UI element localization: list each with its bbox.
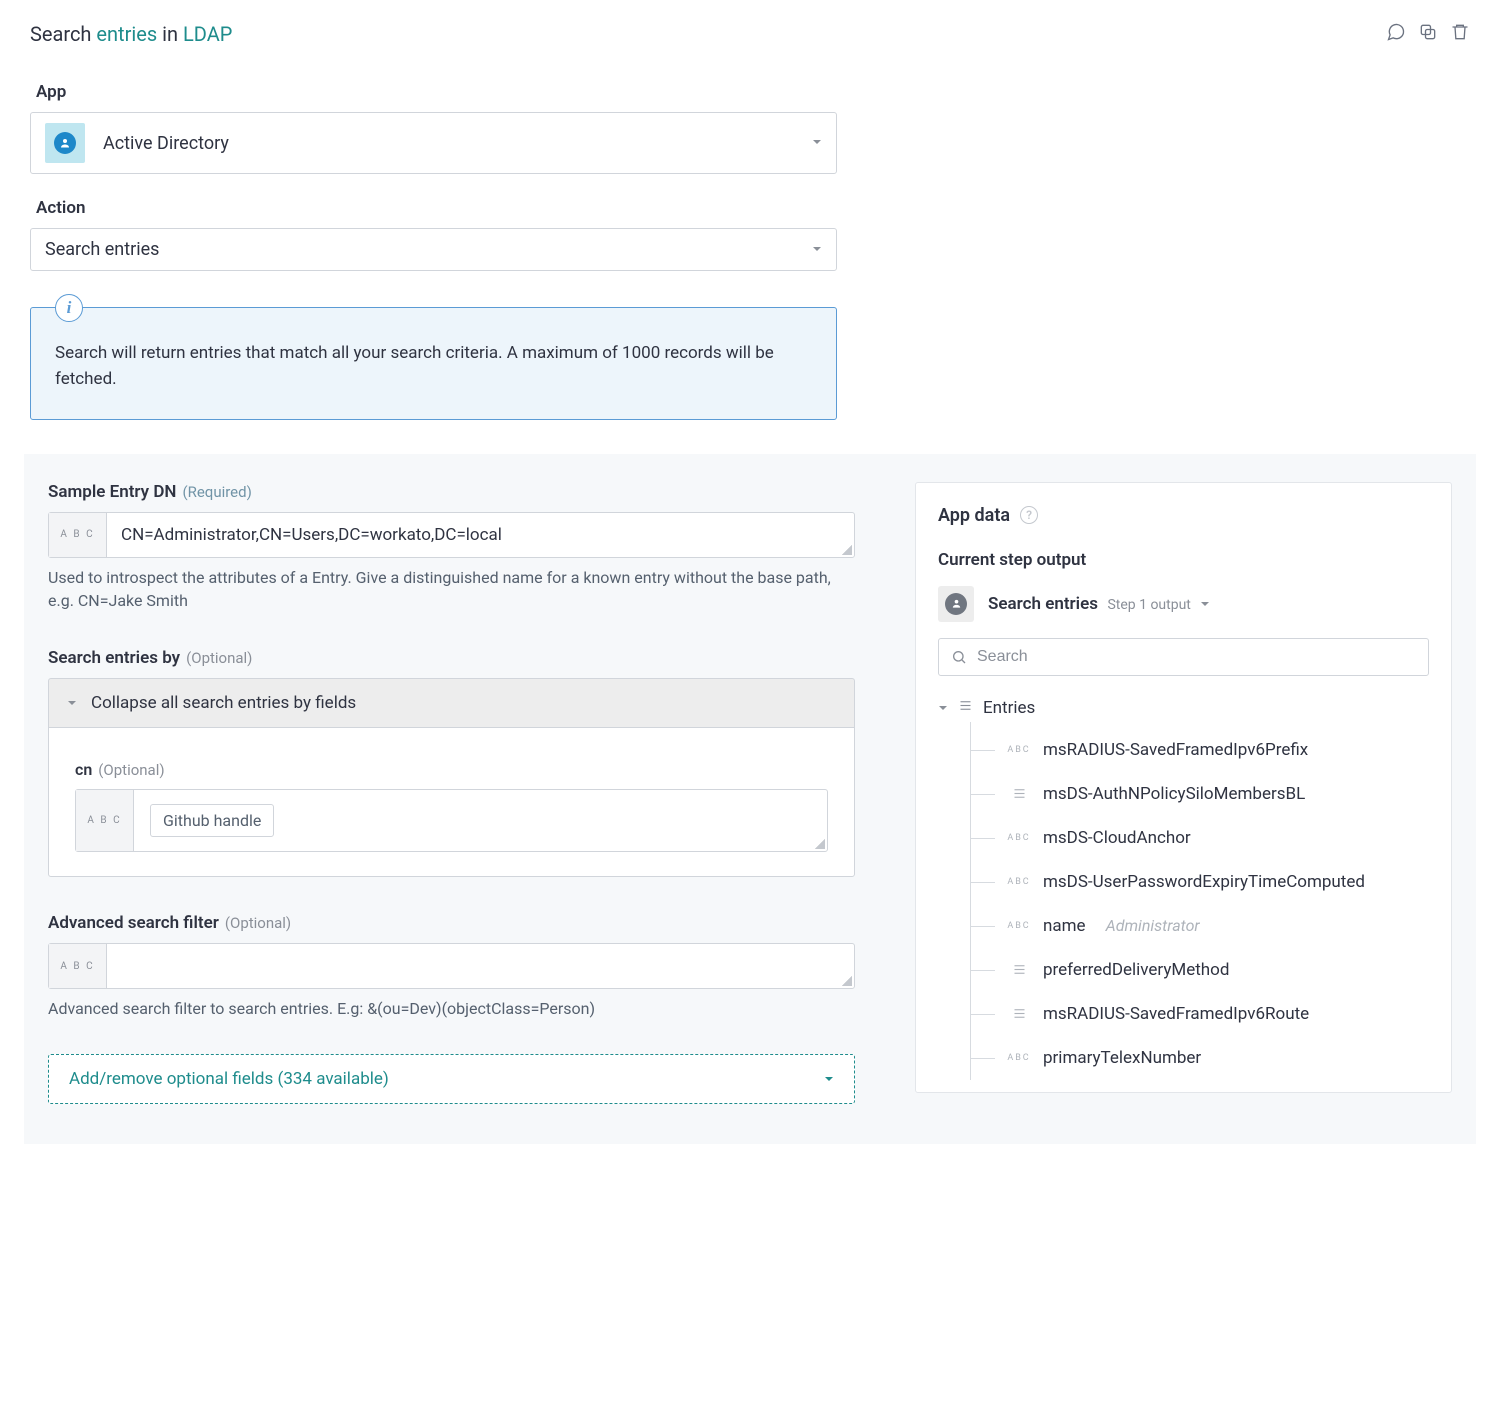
list-icon bbox=[1007, 786, 1031, 801]
title-ldap: LDAP bbox=[183, 22, 232, 46]
chevron-down-icon bbox=[812, 135, 822, 151]
tree-item-label: preferredDeliveryMethod bbox=[1043, 960, 1229, 980]
trash-icon[interactable] bbox=[1450, 22, 1470, 46]
add-remove-fields[interactable]: Add/remove optional fields (334 availabl… bbox=[48, 1054, 855, 1104]
cn-input-wrap: A B C Github handle bbox=[75, 789, 828, 852]
title-in: in bbox=[162, 22, 178, 46]
sample-dn-label: Sample Entry DN(Required) bbox=[48, 482, 855, 502]
adv-filter-help: Advanced search filter to search entries… bbox=[48, 997, 855, 1020]
panel-title: App data ? bbox=[938, 505, 1429, 526]
abc-type-icon: ABC bbox=[1007, 877, 1031, 887]
app-select-value: Active Directory bbox=[103, 133, 812, 154]
chevron-down-icon bbox=[938, 698, 948, 718]
search-icon bbox=[951, 649, 967, 665]
tree-item[interactable]: msDS-AuthNPolicySiloMembersBL bbox=[971, 772, 1429, 816]
tree-item[interactable]: ABC primaryTelexNumber bbox=[971, 1036, 1429, 1080]
panel-search-wrap bbox=[938, 638, 1429, 676]
list-icon bbox=[1007, 1006, 1031, 1021]
list-icon bbox=[1007, 962, 1031, 977]
abc-type-icon: A B C bbox=[49, 944, 107, 988]
adv-filter-input[interactable] bbox=[107, 944, 854, 988]
tree-root-label: Entries bbox=[983, 698, 1035, 718]
action-select-value: Search entries bbox=[45, 239, 812, 260]
adv-filter-input-wrap: A B C bbox=[48, 943, 855, 989]
step-title: Search entries bbox=[988, 594, 1098, 614]
tree-item[interactable]: ABC name Administrator bbox=[971, 904, 1429, 948]
app-select[interactable]: Active Directory bbox=[30, 112, 837, 174]
action-label: Action bbox=[36, 198, 1470, 218]
step-output-row[interactable]: Search entries Step 1 output bbox=[938, 586, 1429, 622]
info-text: Search will return entries that match al… bbox=[55, 340, 812, 393]
adv-filter-label: Advanced search filter(Optional) bbox=[48, 913, 855, 933]
step-icon bbox=[938, 586, 974, 622]
tree-root[interactable]: Entries bbox=[938, 694, 1429, 722]
sample-dn-help: Used to introspect the attributes of a E… bbox=[48, 566, 855, 612]
sample-dn-input-wrap: A B C CN=Administrator,CN=Users,DC=worka… bbox=[48, 512, 855, 558]
cn-pill[interactable]: Github handle bbox=[150, 804, 274, 837]
abc-type-icon: A B C bbox=[76, 790, 134, 851]
chevron-down-icon bbox=[67, 693, 77, 713]
info-icon: i bbox=[55, 294, 83, 322]
tree-item-label: msDS-AuthNPolicySiloMembersBL bbox=[1043, 784, 1305, 804]
abc-type-icon: ABC bbox=[1007, 745, 1031, 755]
panel-subhead: Current step output bbox=[938, 550, 1429, 570]
tree-item-suffix: Administrator bbox=[1106, 916, 1200, 935]
help-icon[interactable]: ? bbox=[1020, 506, 1038, 524]
search-by-label: Search entries by(Optional) bbox=[48, 648, 855, 668]
panel-search-input[interactable] bbox=[977, 648, 1416, 666]
tree-item[interactable]: ABC msRADIUS-SavedFramedIpv6Prefix bbox=[971, 728, 1429, 772]
list-icon bbox=[958, 698, 973, 718]
chevron-down-icon bbox=[812, 242, 822, 258]
title-prefix: Search bbox=[30, 22, 91, 46]
abc-type-icon: ABC bbox=[1007, 1053, 1031, 1063]
copy-icon[interactable] bbox=[1418, 22, 1438, 46]
tree: Entries ABC msRADIUS-SavedFramedIpv6Prefi… bbox=[938, 694, 1429, 1080]
comment-icon[interactable] bbox=[1386, 22, 1406, 46]
tree-item[interactable]: preferredDeliveryMethod bbox=[971, 948, 1429, 992]
tree-item-label: msRADIUS-SavedFramedIpv6Route bbox=[1043, 1004, 1309, 1024]
sample-dn-input[interactable]: CN=Administrator,CN=Users,DC=workato,DC=… bbox=[107, 513, 854, 557]
chevron-down-icon bbox=[1200, 597, 1210, 613]
collapse-toggle[interactable]: Collapse all search entries by fields bbox=[48, 678, 855, 727]
title-entries: entries bbox=[96, 22, 157, 46]
cn-label: cn(Optional) bbox=[75, 760, 828, 779]
tree-item-label: msDS-UserPasswordExpiryTimeComputed bbox=[1043, 872, 1365, 892]
abc-type-icon: ABC bbox=[1007, 833, 1031, 843]
action-select[interactable]: Search entries bbox=[30, 228, 837, 271]
app-label: App bbox=[36, 82, 1470, 102]
tree-item-label: msDS-CloudAnchor bbox=[1043, 828, 1191, 848]
tree-item-label: name bbox=[1043, 916, 1086, 936]
page-title: Search entries in LDAP bbox=[30, 22, 232, 46]
step-sub: Step 1 output bbox=[1107, 597, 1190, 613]
abc-type-icon: A B C bbox=[49, 513, 107, 557]
info-card: i Search will return entries that match … bbox=[30, 307, 837, 420]
tree-item-label: primaryTelexNumber bbox=[1043, 1048, 1201, 1068]
app-icon bbox=[45, 123, 85, 163]
tree-item[interactable]: msRADIUS-SavedFramedIpv6Route bbox=[971, 992, 1429, 1036]
app-data-panel: App data ? Current step output Search en… bbox=[915, 482, 1452, 1093]
tree-item[interactable]: ABC msDS-UserPasswordExpiryTimeComputed bbox=[971, 860, 1429, 904]
tree-item[interactable]: ABC msDS-CloudAnchor bbox=[971, 816, 1429, 860]
abc-type-icon: ABC bbox=[1007, 921, 1031, 931]
cn-input[interactable]: Github handle bbox=[134, 790, 827, 851]
caret-down-icon bbox=[824, 1069, 834, 1089]
tree-item-label: msRADIUS-SavedFramedIpv6Prefix bbox=[1043, 740, 1308, 760]
